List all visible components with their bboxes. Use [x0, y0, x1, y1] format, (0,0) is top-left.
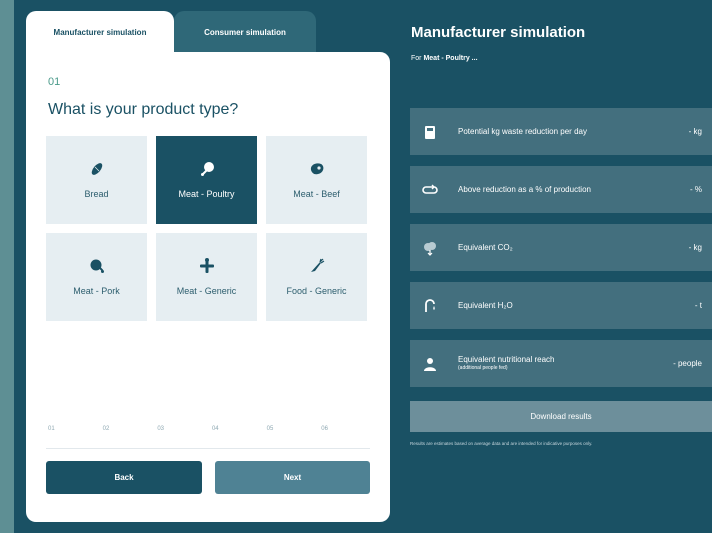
product-card-meat-generic[interactable]: Meat - Generic — [156, 233, 257, 321]
divider — [46, 448, 370, 449]
product-label-meat-poultry: Meat - Poultry — [178, 189, 235, 199]
bin-icon — [425, 125, 435, 139]
progress-step: 03 — [157, 426, 164, 432]
app-frame: Manufacturer simulation Consumer simulat… — [14, 0, 712, 533]
result-value: - kg — [688, 243, 702, 252]
result-row-h2o: Equivalent H₂O - t — [410, 282, 712, 329]
download-results-button[interactable]: Download results — [410, 401, 712, 432]
co2-cloud-icon — [424, 241, 436, 256]
pork-icon — [90, 259, 104, 273]
questionnaire-panel: 01 What is your product type? Bread Meat… — [26, 52, 390, 522]
result-row-nutritional-reach: Equivalent nutritional reach (additional… — [410, 340, 712, 387]
result-value: - % — [690, 185, 702, 194]
result-label: Above reduction as a % of production — [458, 184, 591, 194]
product-label-food-generic: Food - Generic — [286, 286, 347, 296]
result-label-text: Equivalent nutritional reach — [458, 355, 555, 364]
generic-meat-icon — [199, 258, 214, 273]
water-tap-icon — [425, 298, 435, 312]
result-sublabel: (additional people fed) — [458, 365, 508, 371]
step-progress: 01 02 03 04 05 06 — [48, 426, 368, 432]
back-button[interactable]: Back — [46, 461, 202, 494]
product-card-meat-pork[interactable]: Meat - Pork — [46, 233, 147, 321]
result-row-co2: Equivalent CO₂ - kg — [410, 224, 712, 271]
simulation-tabs: Manufacturer simulation Consumer simulat… — [26, 11, 316, 53]
product-label-meat-generic: Meat - Generic — [176, 286, 237, 296]
result-label: Equivalent nutritional reach (additional… — [458, 355, 673, 372]
cycle-icon — [422, 184, 438, 194]
tab-manufacturer-simulation[interactable]: Manufacturer simulation — [26, 11, 174, 53]
result-label: Equivalent H₂O — [458, 300, 513, 310]
result-value: - people — [673, 359, 702, 368]
tab-consumer-simulation[interactable]: Consumer simulation — [174, 11, 316, 53]
product-label-meat-pork: Meat - Pork — [73, 286, 120, 296]
product-card-meat-beef[interactable]: Meat - Beef — [266, 136, 367, 224]
result-row-waste-reduction: Potential kg waste reduction per day - k… — [410, 108, 712, 155]
product-label-bread: Bread — [84, 189, 109, 199]
person-icon — [424, 357, 436, 371]
results-title: Manufacturer simulation — [411, 24, 586, 41]
result-value: - kg — [688, 127, 702, 136]
progress-step: 05 — [266, 426, 274, 432]
progress-step: 06 — [321, 426, 328, 432]
results-footnote: Results are estimates based on average d… — [410, 441, 593, 446]
product-card-meat-poultry[interactable]: Meat - Poultry — [156, 136, 257, 224]
results-for-prefix: For — [411, 55, 422, 62]
product-type-grid: Bread Meat - Poultry Meat - Beef Meat - … — [46, 136, 367, 321]
progress-step: 01 — [48, 426, 55, 432]
product-label-meat-beef: Meat - Beef — [293, 189, 340, 199]
result-value: - t — [694, 301, 702, 310]
product-card-food-generic[interactable]: Food - Generic — [266, 233, 367, 321]
beef-icon — [310, 163, 323, 175]
results-subtitle: For Meat - Poultry ... — [411, 55, 478, 62]
results-for-value: Meat - Poultry ... — [423, 55, 478, 62]
results-list: Potential kg waste reduction per day - k… — [410, 108, 712, 398]
progress-step: 04 — [211, 426, 219, 432]
result-label: Potential kg waste reduction per day — [458, 126, 587, 136]
bread-icon — [91, 163, 102, 175]
result-label: Equivalent CO₂ — [458, 242, 513, 252]
step-question: What is your product type? — [48, 101, 239, 118]
product-card-bread[interactable]: Bread — [46, 136, 147, 224]
result-row-percent-production: Above reduction as a % of production - % — [410, 166, 712, 213]
progress-step: 02 — [102, 426, 110, 432]
next-button[interactable]: Next — [215, 461, 370, 494]
step-number: 01 — [48, 76, 61, 88]
poultry-icon — [200, 162, 214, 176]
carrot-icon — [310, 258, 324, 272]
